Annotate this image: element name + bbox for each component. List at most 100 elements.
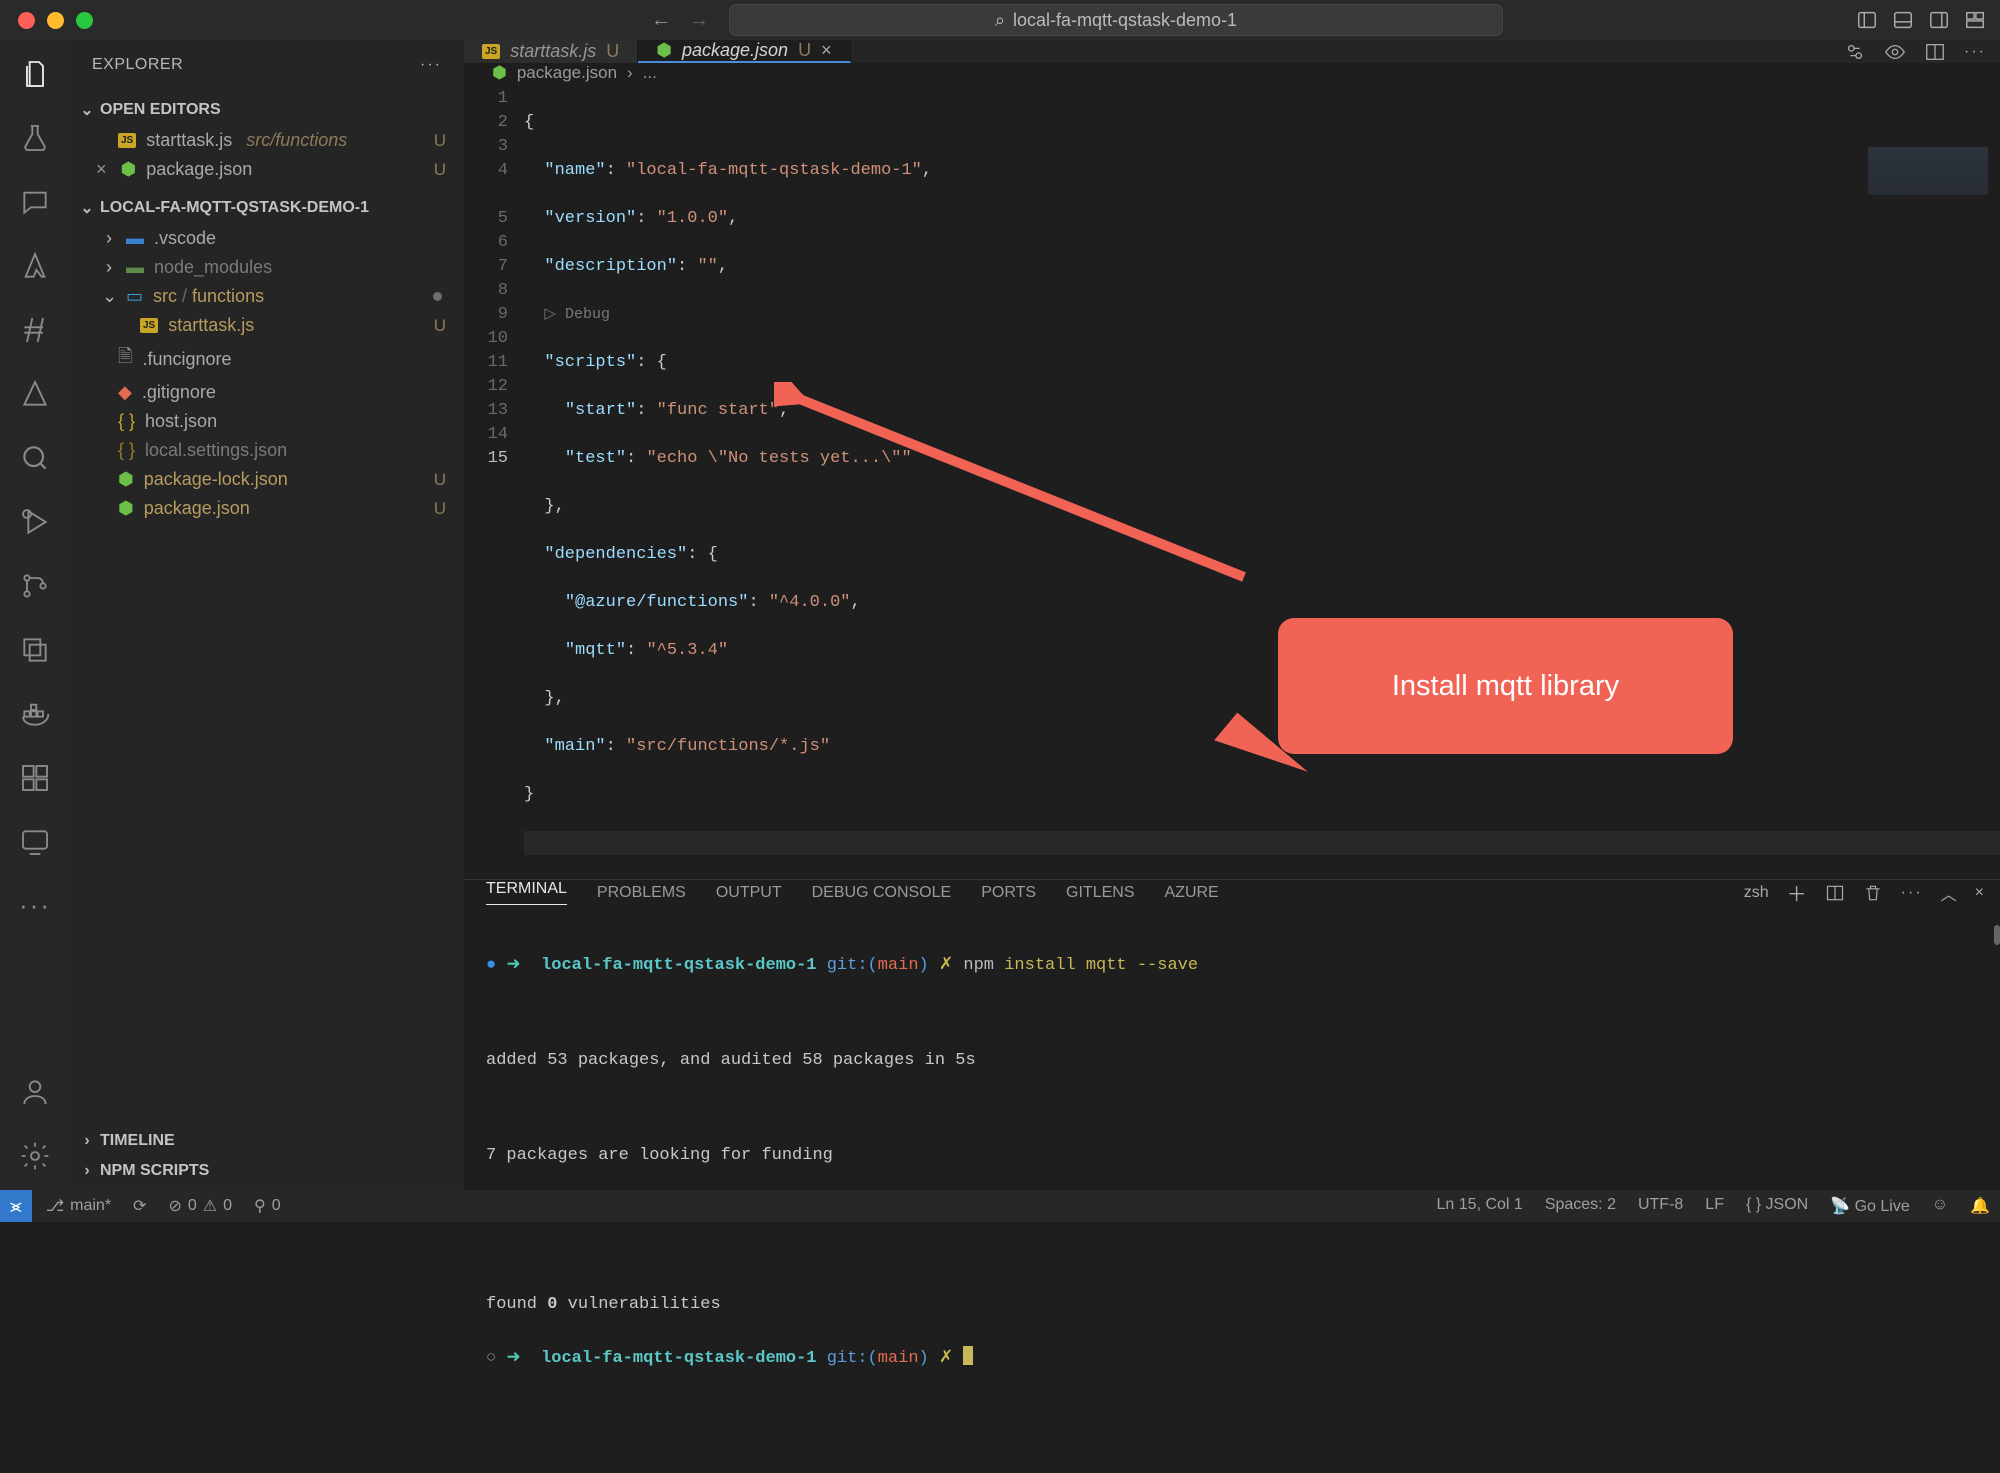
tab-starttask[interactable]: JS starttask.js U [464,40,638,63]
chat-icon[interactable] [19,186,51,218]
preview-icon[interactable] [1884,41,1906,63]
nav-back-icon[interactable]: ← [651,9,671,32]
extensions-icon[interactable] [19,762,51,794]
tab-package-json[interactable]: ⬢ package.json U × [638,40,850,63]
language-mode[interactable]: { } JSON [1746,1196,1808,1216]
tree-file[interactable]: 🗎 .funcignore [70,340,464,378]
sidebar: EXPLORER ··· ⌄ OPEN EDITORS JS starttask… [70,40,464,1190]
docker-icon[interactable] [19,698,51,730]
run-debug-icon[interactable] [19,506,51,538]
stack-icon[interactable] [19,634,51,666]
tree-file[interactable]: { } host.json [70,407,464,436]
panel-tab-terminal[interactable]: TERMINAL [486,880,567,905]
toggle-secondary-icon[interactable] [1928,9,1950,31]
minimize-window[interactable] [47,12,64,29]
open-editor-item[interactable]: × ⬢ package.json U [70,155,464,184]
split-icon[interactable] [1924,41,1946,63]
search-side-icon[interactable] [19,442,51,474]
notifications-icon[interactable]: 🔔 [1970,1196,1990,1216]
terminal-cursor [963,1346,973,1365]
file-name: .gitignore [142,382,216,403]
source-control-icon[interactable] [19,570,51,602]
beaker-icon[interactable] [19,122,51,154]
tab-label: package.json [682,40,788,61]
tree-folder[interactable]: › ▬ .vscode [70,224,464,253]
tree-file[interactable]: ⬢ package.json U [70,494,464,523]
js-icon: JS [140,318,158,333]
timeline-section[interactable]: › TIMELINE [70,1126,464,1156]
function-icon[interactable] [19,314,51,346]
ports-indicator[interactable]: ⚲ 0 [254,1196,281,1216]
code-editor[interactable]: 123456789101112131415 { "name": "local-f… [464,83,2000,879]
maximize-window[interactable] [76,12,93,29]
new-terminal-icon[interactable]: ＋ [1787,878,1807,907]
terminal-scrollbar[interactable] [1994,925,2000,945]
indentation[interactable]: Spaces: 2 [1545,1196,1616,1216]
problems-indicator[interactable]: ⊘ 0 ⚠ 0 [168,1196,232,1216]
azure-icon[interactable] [19,250,51,282]
editor-tabs: JS starttask.js U ⬢ package.json U × ··· [464,40,2000,63]
tree-file[interactable]: ◆ .gitignore [70,378,464,407]
cursor-position[interactable]: Ln 15, Col 1 [1437,1196,1523,1216]
json-icon: { } [118,440,135,461]
file-name: package-lock.json [144,469,288,490]
nav-forward-icon[interactable]: → [689,9,709,32]
git-status-badge: U [434,131,446,151]
sidebar-title: EXPLORER [92,56,183,74]
panel-tab-gitlens[interactable]: GITLENS [1066,884,1134,902]
branch-indicator[interactable]: ⎇ main* [46,1196,111,1216]
folder-section[interactable]: ⌄ LOCAL-FA-MQTT-QSTASK-DEMO-1 [70,192,464,224]
settings-gear-icon[interactable] [19,1140,51,1172]
panel-tab-output[interactable]: OUTPUT [716,884,782,902]
encoding[interactable]: UTF-8 [1638,1196,1683,1216]
panel-tab-azure[interactable]: AZURE [1165,884,1219,902]
close-window[interactable] [18,12,35,29]
sync-indicator[interactable]: ⟳ [133,1196,146,1216]
minimap[interactable] [1868,147,1988,227]
toggle-panel-icon[interactable] [1892,9,1914,31]
layout-icon[interactable] [1964,9,1986,31]
panel-tab-problems[interactable]: PROBLEMS [597,884,686,902]
feedback-icon[interactable]: ☺ [1932,1196,1948,1216]
compare-icon[interactable] [1844,41,1866,63]
more-actions[interactable]: ··· [1964,43,1986,61]
remote-indicator[interactable]: ⪤ [0,1190,32,1222]
tree-file[interactable]: { } local.settings.json [70,436,464,465]
chevron-up-icon[interactable]: ︿ [1941,881,1957,905]
eol[interactable]: LF [1705,1196,1724,1216]
command-center[interactable]: ⌕ local-fa-mqtt-qstask-demo-1 [729,4,1503,36]
npm-scripts-section[interactable]: › NPM SCRIPTS [70,1156,464,1186]
more-terminal[interactable]: ··· [1901,884,1923,902]
debug-codelens[interactable]: ▷ Debug [544,306,610,323]
split-terminal-icon[interactable] [1825,883,1845,903]
close-icon[interactable]: × [96,159,107,180]
tree-file[interactable]: JS starttask.js U [70,311,464,340]
annotation-callout: Install mqtt library [1278,618,1733,754]
panel-tab-debug-console[interactable]: DEBUG CONSOLE [812,884,952,902]
remote-icon[interactable] [19,826,51,858]
sidebar-more[interactable]: ··· [420,56,442,74]
breadcrumb-file: package.json [517,63,617,83]
more-activities[interactable]: ··· [19,890,51,921]
npm-icon: ⬢ [492,63,507,83]
terminal-body[interactable]: ● ➜ local-fa-mqtt-qstask-demo-1 git:(mai… [464,905,2000,1473]
shell-name[interactable]: zsh [1744,884,1769,902]
tree-folder[interactable]: › ▬ node_modules [70,253,464,282]
open-editor-item[interactable]: JS starttask.js src/functions U [70,126,464,155]
js-icon: JS [482,44,500,59]
tree-folder-src[interactable]: ⌄ ▭ src / functions [70,282,464,311]
explorer-icon[interactable] [19,58,51,90]
azure-alt-icon[interactable] [19,378,51,410]
sidebar-header: EXPLORER ··· [70,40,464,90]
go-live[interactable]: 📡 Go Live [1830,1196,1910,1216]
close-tab-icon[interactable]: × [821,40,832,61]
toggle-sidebar-icon[interactable] [1856,9,1878,31]
breadcrumb[interactable]: ⬢ package.json › ... [464,63,2000,83]
open-editors-section[interactable]: ⌄ OPEN EDITORS [70,94,464,126]
tree-file[interactable]: ⬢ package-lock.json U [70,465,464,494]
panel-tab-ports[interactable]: PORTS [981,884,1036,902]
git-status-badge: U [434,316,446,336]
close-panel-icon[interactable]: × [1975,884,1984,902]
trash-icon[interactable] [1863,883,1883,903]
account-icon[interactable] [19,1076,51,1108]
